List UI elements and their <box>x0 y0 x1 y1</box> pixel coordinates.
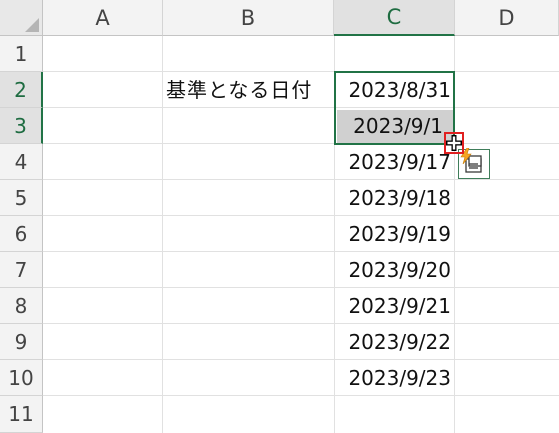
cell-c8[interactable]: 2023/9/21 <box>334 288 451 324</box>
select-all-button[interactable] <box>0 0 43 36</box>
cell-c5[interactable]: 2023/9/18 <box>334 180 451 216</box>
gridline <box>43 143 559 144</box>
column-header-d[interactable]: D <box>455 0 559 36</box>
cell-c7[interactable]: 2023/9/20 <box>334 252 451 288</box>
fill-handle-cross-cursor-icon <box>446 135 462 151</box>
selection-range-border <box>334 71 455 145</box>
column-header-a[interactable]: A <box>43 0 163 36</box>
cell-c4[interactable]: 2023/9/17 <box>334 144 451 180</box>
gridline <box>43 287 559 288</box>
gridline <box>43 323 559 324</box>
row-header-7[interactable]: 7 <box>0 252 43 288</box>
gridline <box>162 36 163 433</box>
cell-c10[interactable]: 2023/9/23 <box>334 360 451 396</box>
row-header-3[interactable]: 3 <box>0 108 43 144</box>
row-header-11[interactable]: 11 <box>0 396 43 433</box>
gridline <box>43 251 559 252</box>
cell-c9[interactable]: 2023/9/22 <box>334 324 451 360</box>
row-header-6[interactable]: 6 <box>0 216 43 252</box>
row-header-5[interactable]: 5 <box>0 180 43 216</box>
row-header-4[interactable]: 4 <box>0 144 43 180</box>
gridline <box>43 215 559 216</box>
gridline <box>43 395 559 396</box>
cell-b2[interactable]: 基準となる日付 <box>166 72 312 108</box>
cell-c6[interactable]: 2023/9/19 <box>334 216 451 252</box>
row-header-8[interactable]: 8 <box>0 288 43 324</box>
gridline <box>43 359 559 360</box>
row-header-9[interactable]: 9 <box>0 324 43 360</box>
column-header-b[interactable]: B <box>163 0 334 36</box>
row-header-1[interactable]: 1 <box>0 36 43 72</box>
row-header-10[interactable]: 10 <box>0 360 43 396</box>
select-all-triangle-icon <box>25 18 39 32</box>
spreadsheet-grid: A B C D 1 2 3 4 5 6 7 8 9 10 11 基準となる日付 … <box>0 0 559 433</box>
column-header-c[interactable]: C <box>334 0 455 36</box>
row-header-2[interactable]: 2 <box>0 72 43 108</box>
